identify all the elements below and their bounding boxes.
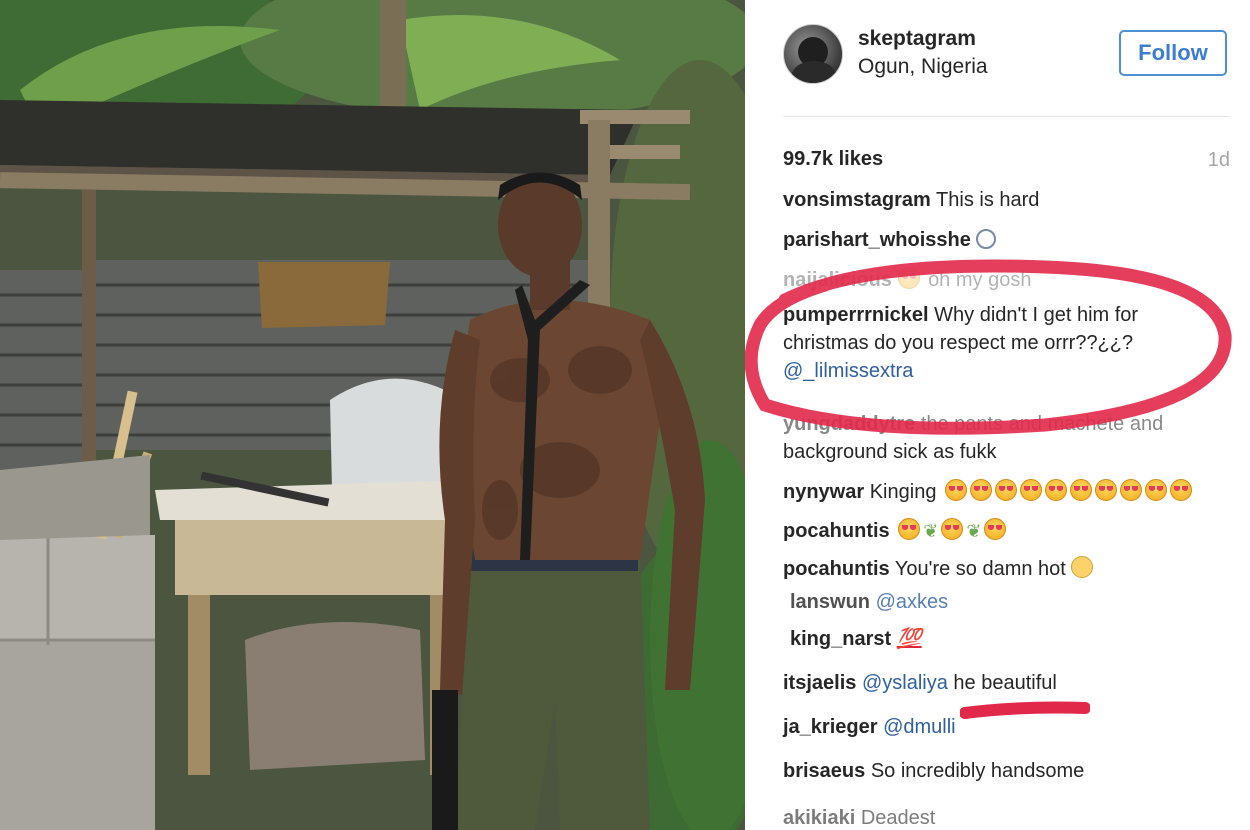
comment-user[interactable]: king_narst — [790, 628, 891, 650]
comment-text: Why didn't I get him for — [934, 304, 1139, 326]
comment-user[interactable]: brisaeus — [783, 760, 865, 782]
comment-user[interactable]: pocahuntis — [783, 520, 890, 542]
heart-eyes-leaf-icon: ❦ ❦ — [898, 518, 1009, 543]
avatar-body — [792, 61, 836, 83]
comment: ja_krieger @dmulli — [783, 715, 956, 739]
likes-count[interactable]: 99.7k likes — [783, 148, 883, 171]
comment-text: So incredibly handsome — [870, 760, 1085, 782]
comment-text: This is hard — [936, 189, 1040, 211]
post-header: skeptagram Ogun, Nigeria Follow — [745, 0, 1250, 115]
post-photo — [0, 0, 745, 830]
comment-user[interactable]: nynywar — [783, 481, 864, 503]
comment-text: You're so damn hot — [894, 558, 1066, 580]
comment-user[interactable]: vonsimstagram — [783, 189, 931, 211]
comment-mention[interactable]: @axkes — [876, 591, 949, 613]
comment: yungdaddytre the pants and machete and — [783, 412, 1163, 436]
comment: lanswun @axkes — [790, 590, 948, 614]
comment: itsjaelis @yslaliya he beautiful — [783, 671, 1057, 695]
comment-text: he beautiful — [953, 672, 1057, 694]
ring-icon — [976, 229, 997, 249]
heart-eyes-icon — [945, 479, 1195, 504]
comment-mention[interactable]: @_lilmissextra — [783, 359, 913, 383]
comment-user[interactable]: naijalicious — [783, 269, 892, 291]
photo-illustration — [0, 0, 745, 830]
post-age: 1d — [1207, 149, 1230, 171]
comment-text: Deadest — [860, 807, 936, 829]
comment: brisaeus So incredibly handsome — [783, 759, 1084, 783]
comment: pocahuntis ❦ ❦ — [783, 518, 1009, 543]
comment: nynywar Kinging — [783, 479, 1195, 504]
comment: pumperrrnickel Why didn't I get him for — [783, 303, 1138, 327]
flushed-icon — [1071, 556, 1094, 578]
comment-text: the pants and machete and — [920, 413, 1164, 435]
comment-continuation: background sick as fukk — [783, 441, 997, 463]
comment-continuation: christmas do you respect me orrr??¿¿? — [783, 332, 1134, 354]
comment-user[interactable]: pocahuntis — [783, 558, 890, 580]
comment-user[interactable]: yungdaddytre — [783, 413, 915, 435]
avatar[interactable] — [783, 24, 843, 84]
comment: vonsimstagram This is hard — [783, 188, 1039, 212]
comment: naijalicious oh my gosh — [783, 267, 1031, 292]
comment-mention[interactable]: @dmulli — [883, 716, 956, 738]
comment-user[interactable]: itsjaelis — [783, 672, 856, 694]
comment: king_narst 💯 — [790, 627, 922, 651]
comment-user[interactable]: lanswun — [790, 591, 870, 613]
comment-user[interactable]: akikiaki — [783, 807, 855, 829]
username[interactable]: skeptagram — [858, 27, 976, 51]
heart-eyes-icon — [897, 267, 920, 289]
hundred-icon: 💯 — [896, 628, 922, 650]
location[interactable]: Ogun, Nigeria — [858, 55, 988, 79]
comment-user[interactable]: parishart_whoisshe — [783, 229, 971, 251]
comment-text: Kinging — [869, 481, 937, 503]
comment-mention[interactable]: @yslaliya — [862, 672, 948, 694]
comment: parishart_whoisshe — [783, 228, 997, 252]
comment-text: oh my gosh — [928, 269, 1032, 291]
post-sidebar: skeptagram Ogun, Nigeria Follow 99.7k li… — [745, 0, 1250, 830]
follow-button[interactable]: Follow — [1119, 30, 1227, 76]
header-divider — [783, 116, 1229, 117]
comment-user[interactable]: pumperrrnickel — [783, 304, 929, 326]
comment: akikiaki Deadest — [783, 806, 935, 830]
comment-user[interactable]: ja_krieger — [783, 716, 878, 738]
comment: pocahuntis You're so damn hot — [783, 556, 1094, 581]
highlight-underline — [960, 701, 1090, 719]
